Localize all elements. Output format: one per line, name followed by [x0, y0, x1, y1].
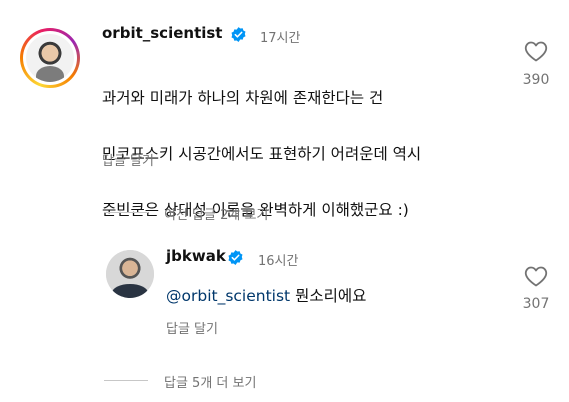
reply-timestamp: 16시간: [258, 254, 299, 269]
reply-button[interactable]: 답글 달기: [102, 150, 154, 169]
avatar-shirt: [36, 66, 64, 82]
divider-line: [104, 380, 148, 381]
commenter-username[interactable]: orbit_scientist: [102, 24, 222, 42]
comment-timestamp: 17시간: [260, 31, 301, 46]
heart-outline-icon[interactable]: [524, 265, 548, 287]
reply-avatar[interactable]: [106, 250, 154, 298]
reply-body: 뭔소리에요: [295, 287, 367, 305]
heart-outline-icon[interactable]: [524, 40, 548, 62]
divider-line: [104, 212, 148, 213]
view-more-replies-button[interactable]: 답글 5개 더 보기: [164, 372, 256, 391]
like-count: 390: [522, 72, 550, 88]
avatar-photo: [26, 34, 74, 82]
reply-text: @orbit_scientist 뭔소리에요: [166, 284, 366, 306]
like-count: 307: [522, 296, 550, 312]
view-previous-replies-button[interactable]: 이전 답글 2개 보기: [164, 204, 268, 223]
verified-badge-icon: [228, 250, 243, 265]
reply-button[interactable]: 답글 달기: [166, 318, 218, 337]
commenter-avatar[interactable]: [20, 28, 80, 88]
comment-text-line: 과거와 미래가 하나의 차원에 존재한다는 건: [102, 89, 384, 107]
avatar-shirt: [112, 284, 148, 298]
verified-badge-icon: [231, 27, 246, 42]
reply-username[interactable]: jbkwak: [166, 247, 226, 265]
avatar-photo: [106, 250, 154, 298]
mention-link[interactable]: @orbit_scientist: [166, 287, 290, 305]
